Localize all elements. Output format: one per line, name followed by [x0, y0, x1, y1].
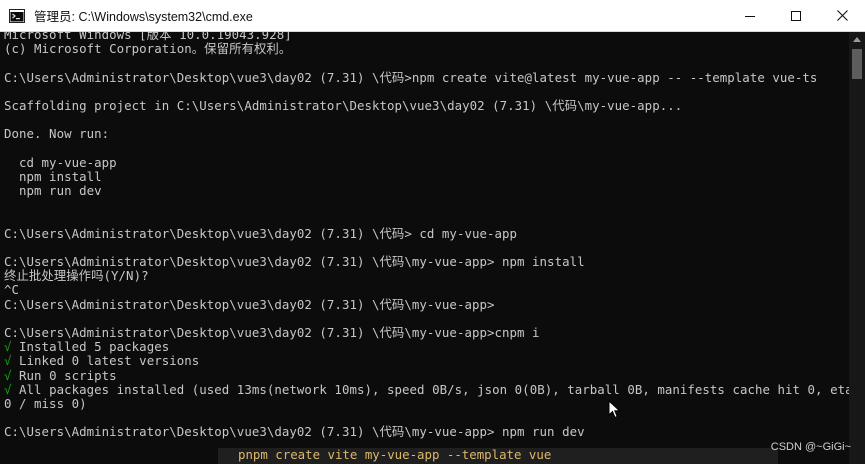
terminal-line-text: All packages installed (used 13ms(networ…	[11, 381, 849, 397]
underlay-command: pnpm create vite my-vue-app --template v…	[238, 447, 552, 462]
check-mark: √	[4, 381, 12, 397]
terminal-line: 终止批处理操作吗(Y/N)?	[4, 269, 849, 283]
terminal-line: C:\Users\Administrator\Desktop\vue3\day0…	[4, 225, 849, 241]
terminal-line: C:\Users\Administrator\Desktop\vue3\day0…	[4, 324, 849, 340]
minimize-icon	[745, 15, 755, 17]
maximize-button[interactable]	[773, 0, 819, 31]
window-title: 管理员: C:\Windows\system32\cmd.exe	[34, 10, 253, 24]
underlying-window-strip: pnpm create vite my-vue-app --template v…	[218, 447, 778, 464]
terminal-line-text: (c) Microsoft Corporation。保留所有权利。	[4, 41, 292, 57]
terminal-line-text: C:\Users\Administrator\Desktop\vue3\day0…	[4, 225, 518, 241]
vertical-scrollbar[interactable]	[849, 32, 865, 464]
terminal-line: npm run dev	[4, 183, 849, 199]
terminal-line-text: Linked 0 latest versions	[11, 353, 200, 369]
terminal-line-text: C:\Users\Administrator\Desktop\vue3\day0…	[4, 296, 495, 312]
terminal-line: C:\Users\Administrator\Desktop\vue3\day0…	[4, 296, 849, 312]
terminal-line-text: C:\Users\Administrator\Desktop\vue3\day0…	[4, 254, 585, 269]
terminal-line-text: Scaffolding project in C:\Users\Administ…	[4, 97, 683, 113]
terminal-line: npm install	[4, 168, 849, 184]
terminal-line-text: ^C	[4, 282, 20, 298]
terminal-line: (c) Microsoft Corporation。保留所有权利。	[4, 42, 849, 56]
scroll-thumb[interactable]	[852, 49, 862, 79]
minimize-button[interactable]	[727, 0, 773, 31]
terminal-line-text: 终止批处理操作吗(Y/N)?	[4, 268, 149, 284]
terminal-line-text: Installed 5 packages	[11, 339, 170, 355]
close-icon	[836, 10, 848, 21]
check-mark: √	[4, 367, 12, 383]
terminal-line: C:\Users\Administrator\Desktop\vue3\day0…	[4, 425, 849, 439]
check-mark: √	[4, 353, 12, 369]
mouse-cursor-icon	[608, 400, 621, 419]
terminal-line-text: npm run dev	[4, 183, 102, 199]
terminal-line: √ All packages installed (used 13ms(netw…	[4, 381, 849, 397]
maximize-icon	[791, 10, 801, 21]
terminal-line: C:\Users\Administrator\Desktop\vue3\day0…	[4, 69, 849, 85]
terminal-line: ^C	[4, 283, 849, 297]
close-button[interactable]	[819, 0, 865, 31]
scroll-up-icon	[853, 36, 861, 42]
cmd-app-icon[interactable]	[9, 8, 25, 23]
scroll-up-button[interactable]	[849, 32, 865, 46]
terminal-line-text: Done. Now run:	[4, 126, 110, 142]
terminal-lines: Microsoft Windows [版本 10.0.19043.928] (c)…	[4, 32, 849, 439]
watermark: CSDN @~GiGi~	[770, 441, 851, 453]
terminal-line-text: Run 0 scripts	[11, 367, 117, 383]
cmd-window: 管理员: C:\Windows\system32\cmd.exe Microso…	[0, 0, 865, 464]
terminal-line: √ Run 0 scripts	[4, 367, 849, 383]
window-controls	[727, 0, 865, 31]
terminal-line-text: C:\Users\Administrator\Desktop\vue3\day0…	[4, 69, 818, 85]
terminal-line-text: 0 / miss 0)	[4, 395, 87, 411]
terminal-line: √ Installed 5 packages	[4, 340, 849, 354]
terminal-line: √ Linked 0 latest versions	[4, 354, 849, 368]
terminal-line-text: C:\Users\Administrator\Desktop\vue3\day0…	[4, 424, 585, 440]
terminal-line: 0 / miss 0)	[4, 395, 849, 411]
terminal-line-text: cd my-vue-app	[4, 154, 117, 170]
terminal-line-text: npm install	[4, 168, 102, 184]
terminal-line: Done. Now run:	[4, 127, 849, 141]
terminal-output[interactable]: Microsoft Windows [版本 10.0.19043.928] (c)…	[0, 32, 849, 464]
terminal-line: C:\Users\Administrator\Desktop\vue3\day0…	[4, 254, 849, 269]
terminal-line-text: C:\Users\Administrator\Desktop\vue3\day0…	[4, 324, 540, 340]
terminal-line: Scaffolding project in C:\Users\Administ…	[4, 97, 849, 113]
terminal-line: cd my-vue-app	[4, 154, 849, 170]
title-bar[interactable]: 管理员: C:\Windows\system32\cmd.exe	[0, 0, 865, 32]
check-mark: √	[4, 339, 12, 355]
